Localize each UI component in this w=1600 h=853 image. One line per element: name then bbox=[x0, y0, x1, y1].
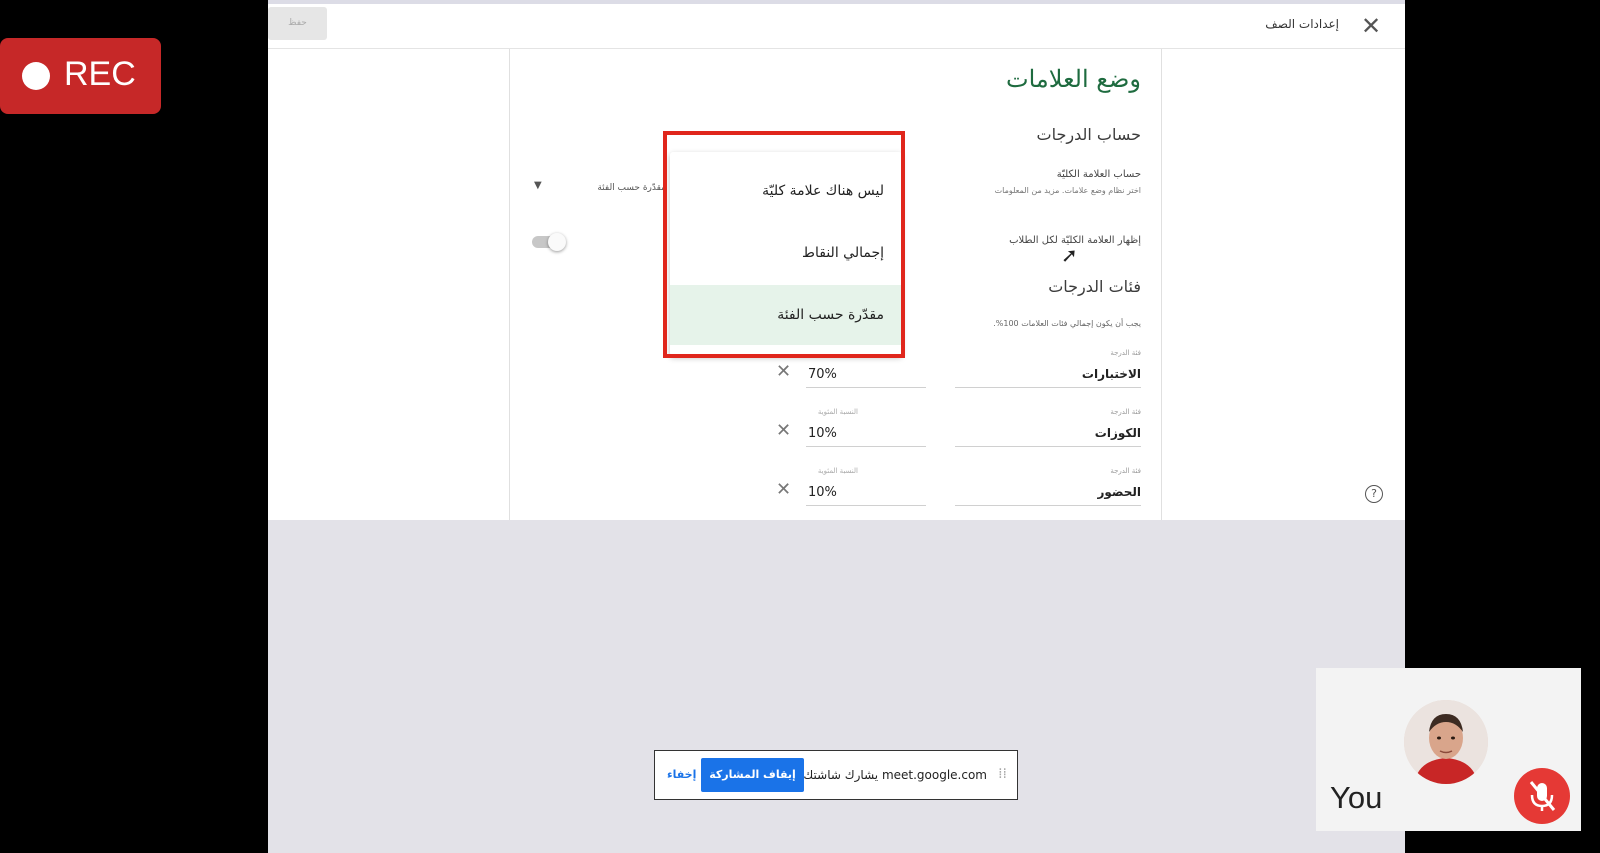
category-row: فئة الدرجة الكوزات النسبة المئوية 10% ✕ bbox=[510, 408, 1161, 458]
category-label: فئة الدرجة bbox=[1110, 467, 1141, 475]
category-name-input[interactable]: الكوزات bbox=[955, 420, 1141, 447]
recording-badge: REC bbox=[0, 38, 161, 114]
percent-input[interactable]: 70% bbox=[806, 361, 926, 388]
percent-value: 70% bbox=[808, 367, 837, 382]
category-name-input[interactable]: الاختبارات bbox=[955, 361, 1141, 388]
dropdown-arrow-icon[interactable]: ▼ bbox=[534, 180, 542, 191]
category-label: فئة الدرجة bbox=[1110, 408, 1141, 416]
percent-label: النسبة المئوية bbox=[817, 408, 858, 416]
overall-grade-label: حساب العلامة الكليّة bbox=[1056, 169, 1141, 180]
remove-category-icon[interactable]: ✕ bbox=[776, 361, 791, 382]
percent-value: 10% bbox=[808, 426, 837, 441]
category-name: الحضور bbox=[1097, 485, 1141, 499]
help-icon[interactable]: ? bbox=[1365, 485, 1383, 503]
overall-grade-description: اختر نظام وضع علامات. مزيد من المعلومات bbox=[994, 186, 1141, 195]
recording-label: REC bbox=[64, 55, 136, 93]
category-name-input[interactable]: الحضور bbox=[955, 479, 1141, 506]
self-view-tile[interactable]: You bbox=[1316, 668, 1581, 831]
avatar bbox=[1404, 700, 1488, 784]
page-title: إعدادات الصف bbox=[1265, 17, 1339, 31]
categories-sum-note: يجب أن يكون إجمالي فئات العلامات 100%. bbox=[993, 319, 1141, 328]
share-status-text: meet.google.com يشارك شاشتك. bbox=[799, 768, 987, 782]
settings-header: حفظ إعدادات الصف ✕ bbox=[268, 4, 1405, 49]
drag-handle-icon[interactable]: ⁞⁞ bbox=[998, 766, 1007, 782]
category-name: الاختبارات bbox=[1081, 367, 1141, 381]
category-row: فئة الدرجة الحضور النسبة المئوية 10% ✕ bbox=[510, 467, 1161, 517]
percent-input[interactable]: 10% bbox=[806, 420, 926, 447]
grade-categories-heading: فئات الدرجات bbox=[1048, 277, 1141, 296]
category-label: فئة الدرجة bbox=[1110, 349, 1141, 357]
mouse-cursor-icon: ➚ bbox=[1061, 243, 1078, 267]
screen-share-bar: ⁞⁞ meet.google.com يشارك شاشتك. إيقاف ال… bbox=[654, 750, 1018, 800]
toggle-knob bbox=[548, 233, 566, 251]
shared-screen: حفظ إعدادات الصف ✕ وضع العلامات حساب الد… bbox=[268, 0, 1405, 853]
self-view-label: You bbox=[1330, 780, 1383, 815]
grading-system-dropdown[interactable]: مقدّرة حسب الفئة bbox=[590, 183, 666, 193]
percent-value: 10% bbox=[808, 485, 837, 500]
stop-sharing-button[interactable]: إيقاف المشاركة bbox=[701, 758, 804, 792]
grade-calc-heading: حساب الدرجات bbox=[1036, 125, 1141, 144]
save-button[interactable]: حفظ bbox=[268, 7, 327, 40]
category-name: الكوزات bbox=[1094, 426, 1141, 440]
hide-share-bar-link[interactable]: إخفاء bbox=[667, 768, 696, 781]
percent-label: النسبة المئوية bbox=[817, 467, 858, 475]
remove-category-icon[interactable]: ✕ bbox=[776, 420, 791, 441]
remove-category-icon[interactable]: ✕ bbox=[776, 479, 791, 500]
percent-input[interactable]: 10% bbox=[806, 479, 926, 506]
class-settings-app: حفظ إعدادات الصف ✕ وضع العلامات حساب الد… bbox=[268, 4, 1405, 520]
highlight-box bbox=[663, 131, 905, 358]
close-icon[interactable]: ✕ bbox=[1357, 12, 1385, 40]
mic-off-icon[interactable] bbox=[1514, 768, 1570, 824]
grading-heading: وضع العلامات bbox=[1005, 65, 1141, 93]
show-grade-toggle[interactable] bbox=[532, 233, 566, 251]
record-dot-icon bbox=[22, 62, 50, 90]
